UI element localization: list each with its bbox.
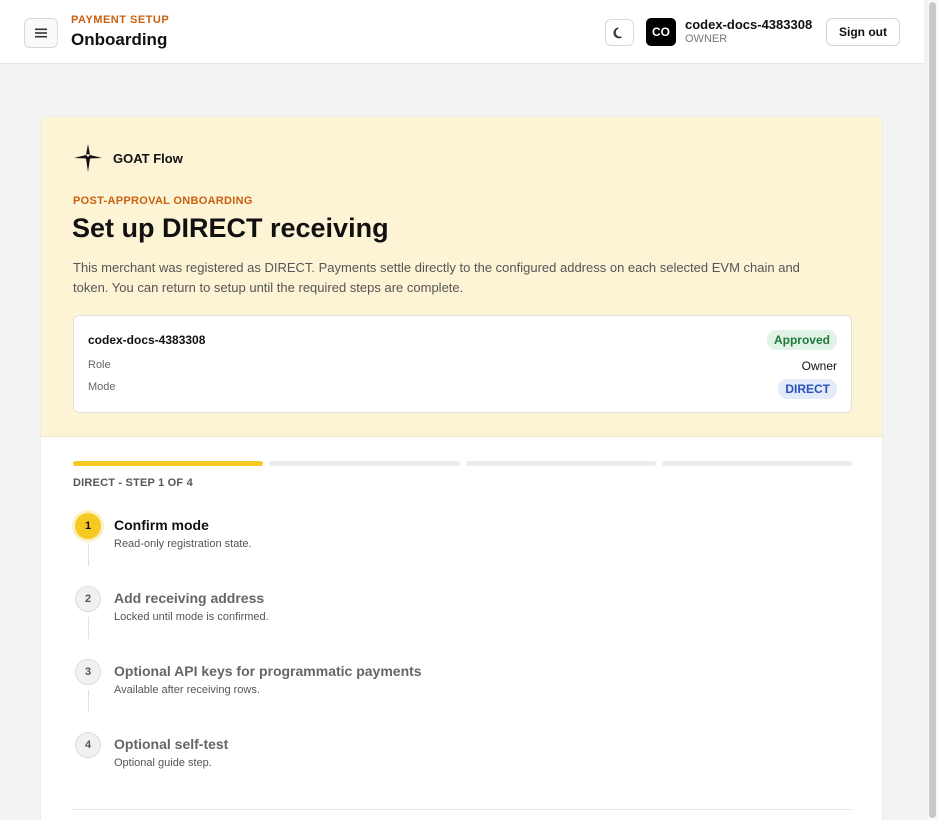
theme-toggle-button[interactable] [605,19,634,46]
user-name: codex-docs-4383308 [685,17,813,32]
step-title: Confirm mode [114,517,209,533]
step-number: 1 [75,513,101,539]
progress-segment [661,461,852,466]
hero-eyebrow: POST-APPROVAL ONBOARDING [73,195,253,207]
section-divider [73,809,852,810]
progress-segment [269,461,460,466]
step-counter: DIRECT - STEP 1 OF 4 [73,477,193,489]
mode-label: Mode [88,381,116,393]
step-list: 1 Confirm mode Read-only registration st… [73,511,852,803]
step-item-add-receiving-address[interactable]: 2 Add receiving address Locked until mod… [73,584,852,657]
role-label: Role [88,359,111,371]
step-subtitle: Read-only registration state. [114,538,252,550]
hero-description: This merchant was registered as DIRECT. … [73,260,800,295]
step-subtitle: Locked until mode is confirmed. [114,611,269,623]
step-title: Optional self-test [114,736,229,752]
page-scrollbar[interactable] [926,0,938,820]
role-value: Owner [801,359,837,373]
step-connector [88,544,89,566]
step-number: 2 [75,586,101,612]
goat-flow-logo-icon [74,144,102,172]
step-number: 3 [75,659,101,685]
avatar[interactable]: CO [646,18,676,46]
menu-button[interactable] [24,18,58,48]
merchant-name: codex-docs-4383308 [88,333,206,347]
step-connector [88,617,89,639]
scrollbar-thumb[interactable] [929,2,936,818]
step-number: 4 [75,732,101,758]
progress-segment [73,461,264,466]
progress-segment [465,461,656,466]
mode-badge: DIRECT [778,379,837,399]
step-subtitle: Available after receiving rows. [114,684,260,696]
step-subtitle: Optional guide step. [114,757,212,769]
step-connector [88,690,89,712]
hero-section: GOAT Flow POST-APPROVAL ONBOARDING Set u… [41,117,882,437]
step-item-self-test[interactable]: 4 Optional self-test Optional guide step… [73,730,852,803]
brand-name: GOAT Flow [113,150,183,166]
step-title: Add receiving address [114,590,265,606]
step-progress-bar [73,461,852,466]
step-item-confirm-mode[interactable]: 1 Confirm mode Read-only registration st… [73,511,852,584]
top-bar: PAYMENT SETUP Onboarding CO codex-docs-4… [0,0,924,64]
merchant-summary-card: codex-docs-4383308 Approved Role Owner M… [73,315,852,413]
onboarding-card: GOAT Flow POST-APPROVAL ONBOARDING Set u… [40,116,883,820]
sign-out-button[interactable]: Sign out [826,18,900,46]
page-title: Onboarding [71,30,168,49]
step-item-api-keys[interactable]: 3 Optional API keys for programmatic pay… [73,657,852,730]
header-eyebrow: PAYMENT SETUP [71,14,170,26]
brand: GOAT Flow [73,143,183,173]
step-title: Optional API keys for programmatic payme… [114,663,422,679]
status-badge: Approved [766,330,837,350]
moon-icon [613,27,622,39]
hamburger-menu-icon [35,28,47,38]
hero-title: Set up DIRECT receiving [72,213,389,243]
user-role: OWNER [685,33,728,45]
